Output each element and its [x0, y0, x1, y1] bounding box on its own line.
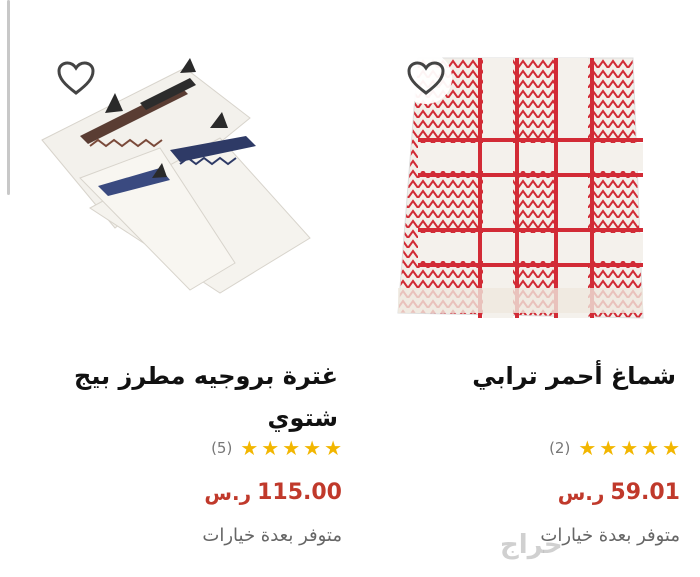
star-icon: ★ — [599, 436, 618, 460]
availability-text: متوفر بعدة خيارات — [202, 525, 342, 546]
rating-row: ★ ★ ★ ★ ★ (5) — [211, 438, 342, 458]
star-rating: ★ ★ ★ ★ ★ — [578, 438, 680, 458]
rating-row: ★ ★ ★ ★ ★ (2) — [549, 438, 680, 458]
watermark-logo: حراج — [500, 530, 563, 560]
star-icon: ★ — [662, 436, 680, 460]
star-rating: ★ ★ ★ ★ ★ — [240, 438, 342, 458]
heart-outline-icon — [407, 61, 445, 95]
product-price: ر.س 59.01 — [558, 480, 680, 505]
riyal-currency: ر.س — [204, 480, 252, 505]
heart-outline-icon — [57, 61, 95, 95]
star-icon: ★ — [303, 436, 322, 460]
star-icon: ★ — [240, 436, 259, 460]
rating-count: (2) — [549, 439, 571, 457]
star-icon: ★ — [324, 436, 342, 460]
price-value: 115.00 — [257, 480, 342, 505]
product-title[interactable]: غترة بروجيه مطرز بيج شتوي — [38, 355, 338, 439]
product-title[interactable]: شماغ أحمر ترابي — [376, 355, 676, 397]
star-icon: ★ — [641, 436, 660, 460]
product-card-shemagh[interactable]: شماغ أحمر ترابي ★ ★ ★ ★ ★ (2) ر.س 59.01 … — [358, 0, 688, 577]
riyal-currency: ر.س — [557, 480, 605, 505]
product-card-ghutra[interactable]: غترة بروجيه مطرز بيج شتوي ★ ★ ★ ★ ★ (5) … — [20, 0, 350, 577]
price-value: 59.01 — [610, 480, 680, 505]
scrollbar[interactable] — [7, 0, 10, 195]
wishlist-button[interactable] — [400, 52, 452, 104]
star-icon: ★ — [620, 436, 639, 460]
rating-count: (5) — [211, 439, 233, 457]
star-icon: ★ — [578, 436, 597, 460]
star-icon: ★ — [261, 436, 280, 460]
product-price: ر.س 115.00 — [204, 480, 342, 505]
wishlist-button[interactable] — [50, 52, 102, 104]
star-icon: ★ — [282, 436, 301, 460]
